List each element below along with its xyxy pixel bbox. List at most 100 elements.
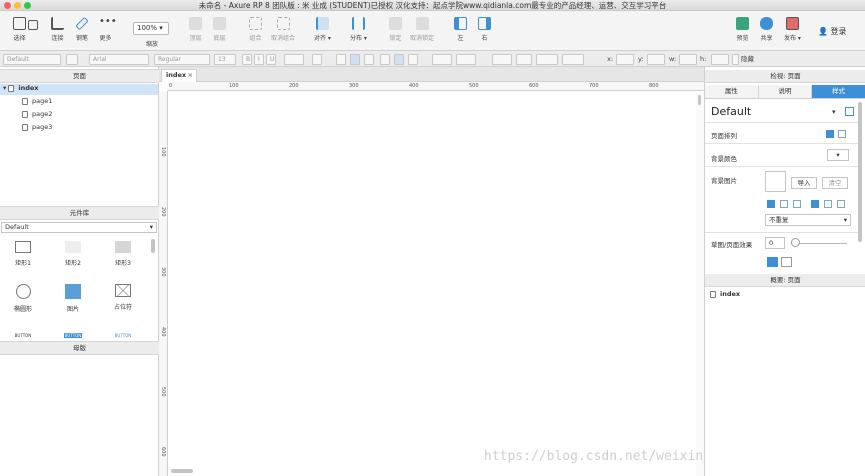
page-item[interactable]: page2 [22,110,52,119]
bg-image-preview[interactable] [765,171,786,192]
line-style-button[interactable] [536,54,558,65]
img-valign-bottom[interactable] [837,200,845,208]
scroll-thumb[interactable] [698,95,701,105]
page-tree-root[interactable]: ▾ index [0,84,158,95]
widget-button[interactable]: BUTTON [8,333,38,338]
library-scrollbar[interactable] [151,239,155,253]
lock-button[interactable]: 锁定 [389,17,402,42]
hidden-checkbox[interactable] [732,54,739,65]
align-right-button[interactable] [364,54,374,65]
widget-link-button[interactable]: BUTTON [108,333,138,338]
img-valign-middle[interactable] [824,200,832,208]
italic-button[interactable]: I [254,54,264,65]
ruler-tick-label: 700 [589,83,599,89]
ungroup-button[interactable]: 取消组合 [271,17,295,42]
bold-button[interactable]: B [242,54,252,65]
tab-style[interactable]: 样式 [812,85,865,98]
outline-item[interactable]: index [710,290,740,299]
align-left-button[interactable] [336,54,346,65]
widget-placeholder[interactable]: 占位符 [108,284,138,311]
pen-tool[interactable]: 钢笔 [75,16,89,42]
repeat-select[interactable]: 不重复 ▾ [765,214,851,226]
share-button[interactable]: 共享 [760,17,773,42]
more-tools-button[interactable]: ••• 更多 [99,17,117,43]
widget-image[interactable]: 图片 [58,284,88,313]
login-button[interactable]: 👤 登录 [818,26,847,37]
inspector-scrollbar[interactable] [858,102,862,242]
valign-middle-button[interactable] [394,54,404,65]
design-canvas[interactable] [168,92,696,472]
valign-bottom-button[interactable] [408,54,418,65]
x-input[interactable] [616,54,634,65]
arrow-style-button[interactable] [562,54,584,65]
align-center-button[interactable] [350,54,360,65]
close-window-button[interactable] [4,2,11,9]
bullet-button[interactable] [312,54,322,65]
img-align-right[interactable] [793,200,801,208]
preview-button[interactable]: 预览 [736,17,749,42]
widget-rect2[interactable]: 矩形2 [58,241,88,267]
clear-button[interactable]: 清空 [822,177,848,189]
unlock-button[interactable]: 取消锁定 [410,17,434,42]
fill-color-button[interactable] [432,54,452,65]
style-edit-icon[interactable] [66,54,78,65]
page-item[interactable]: page1 [22,97,52,106]
sketch-color-button[interactable] [767,257,778,267]
w-input[interactable] [679,54,697,65]
h-input[interactable] [711,54,729,65]
line-color-button[interactable] [492,54,512,65]
style-select[interactable]: Default [3,54,61,65]
shadow-button[interactable] [456,54,476,65]
valign-top-button[interactable] [380,54,390,65]
select-tool[interactable]: 选择 [13,17,26,42]
left-button[interactable]: 左 [454,17,467,42]
horizontal-scroll-thumb[interactable] [171,469,193,473]
bg-color-picker[interactable]: ▾ [827,149,849,161]
connect-mode-icon[interactable] [28,20,38,33]
expand-icon[interactable]: ▾ [3,84,6,92]
style-manage-icon[interactable] [845,107,854,116]
minimize-window-button[interactable] [14,2,21,9]
ruler-tick-label: 200 [289,83,299,89]
widget-rect1[interactable]: 矩形1 [8,241,38,267]
text-color-button[interactable] [284,54,304,65]
publish-button[interactable]: 发布 ▾ [784,17,801,42]
tab-properties[interactable]: 属性 [705,85,759,98]
distribute-button[interactable]: 分布 ▾ [350,17,367,42]
line-width-button[interactable] [516,54,532,65]
img-align-center[interactable] [780,200,788,208]
close-icon[interactable]: × [188,70,193,81]
y-input[interactable] [647,54,665,65]
sketch-slider-handle[interactable] [791,238,800,247]
connect-tool[interactable]: 连接 [51,17,64,42]
vertical-scrollbar[interactable] [696,92,704,476]
maximize-window-button[interactable] [24,2,31,9]
widget-primary-button[interactable]: BUTTON [64,333,82,338]
sketch-input[interactable]: 0 [765,237,785,249]
tab-index[interactable]: index × [161,69,197,82]
group-button[interactable]: 组合 [249,17,262,42]
page-item[interactable]: page3 [22,123,52,132]
align-center-page-button[interactable] [838,130,846,138]
send-to-bottom-button[interactable]: 底层 [213,17,226,42]
import-button[interactable]: 导入 [791,177,817,189]
page-style-name: Default [711,105,752,118]
img-align-left[interactable] [767,200,775,208]
img-valign-top[interactable] [811,200,819,208]
library-select[interactable]: Default ▾ [1,222,157,233]
sketch-gray-button[interactable] [781,257,792,267]
zoom-select[interactable]: 100% ▾ [133,22,169,35]
align-button[interactable]: 对齐 ▾ [314,17,331,42]
ruler-tick-label: 0 [169,83,173,89]
align-left-page-button[interactable] [826,130,834,138]
bring-to-top-button[interactable]: 顶层 [189,17,202,42]
font-size-select[interactable]: 13 [214,54,236,65]
underline-button[interactable]: U [266,54,276,65]
right-button[interactable]: 右 [478,17,491,42]
style-dropdown[interactable]: ▾ [832,108,836,116]
widget-ellipse[interactable]: 椭圆形 [8,284,38,313]
tab-notes[interactable]: 说明 [758,85,813,98]
weight-select[interactable]: Regular [154,54,210,65]
widget-rect3[interactable]: 矩形3 [108,241,138,267]
font-select[interactable]: Arial [89,54,149,65]
